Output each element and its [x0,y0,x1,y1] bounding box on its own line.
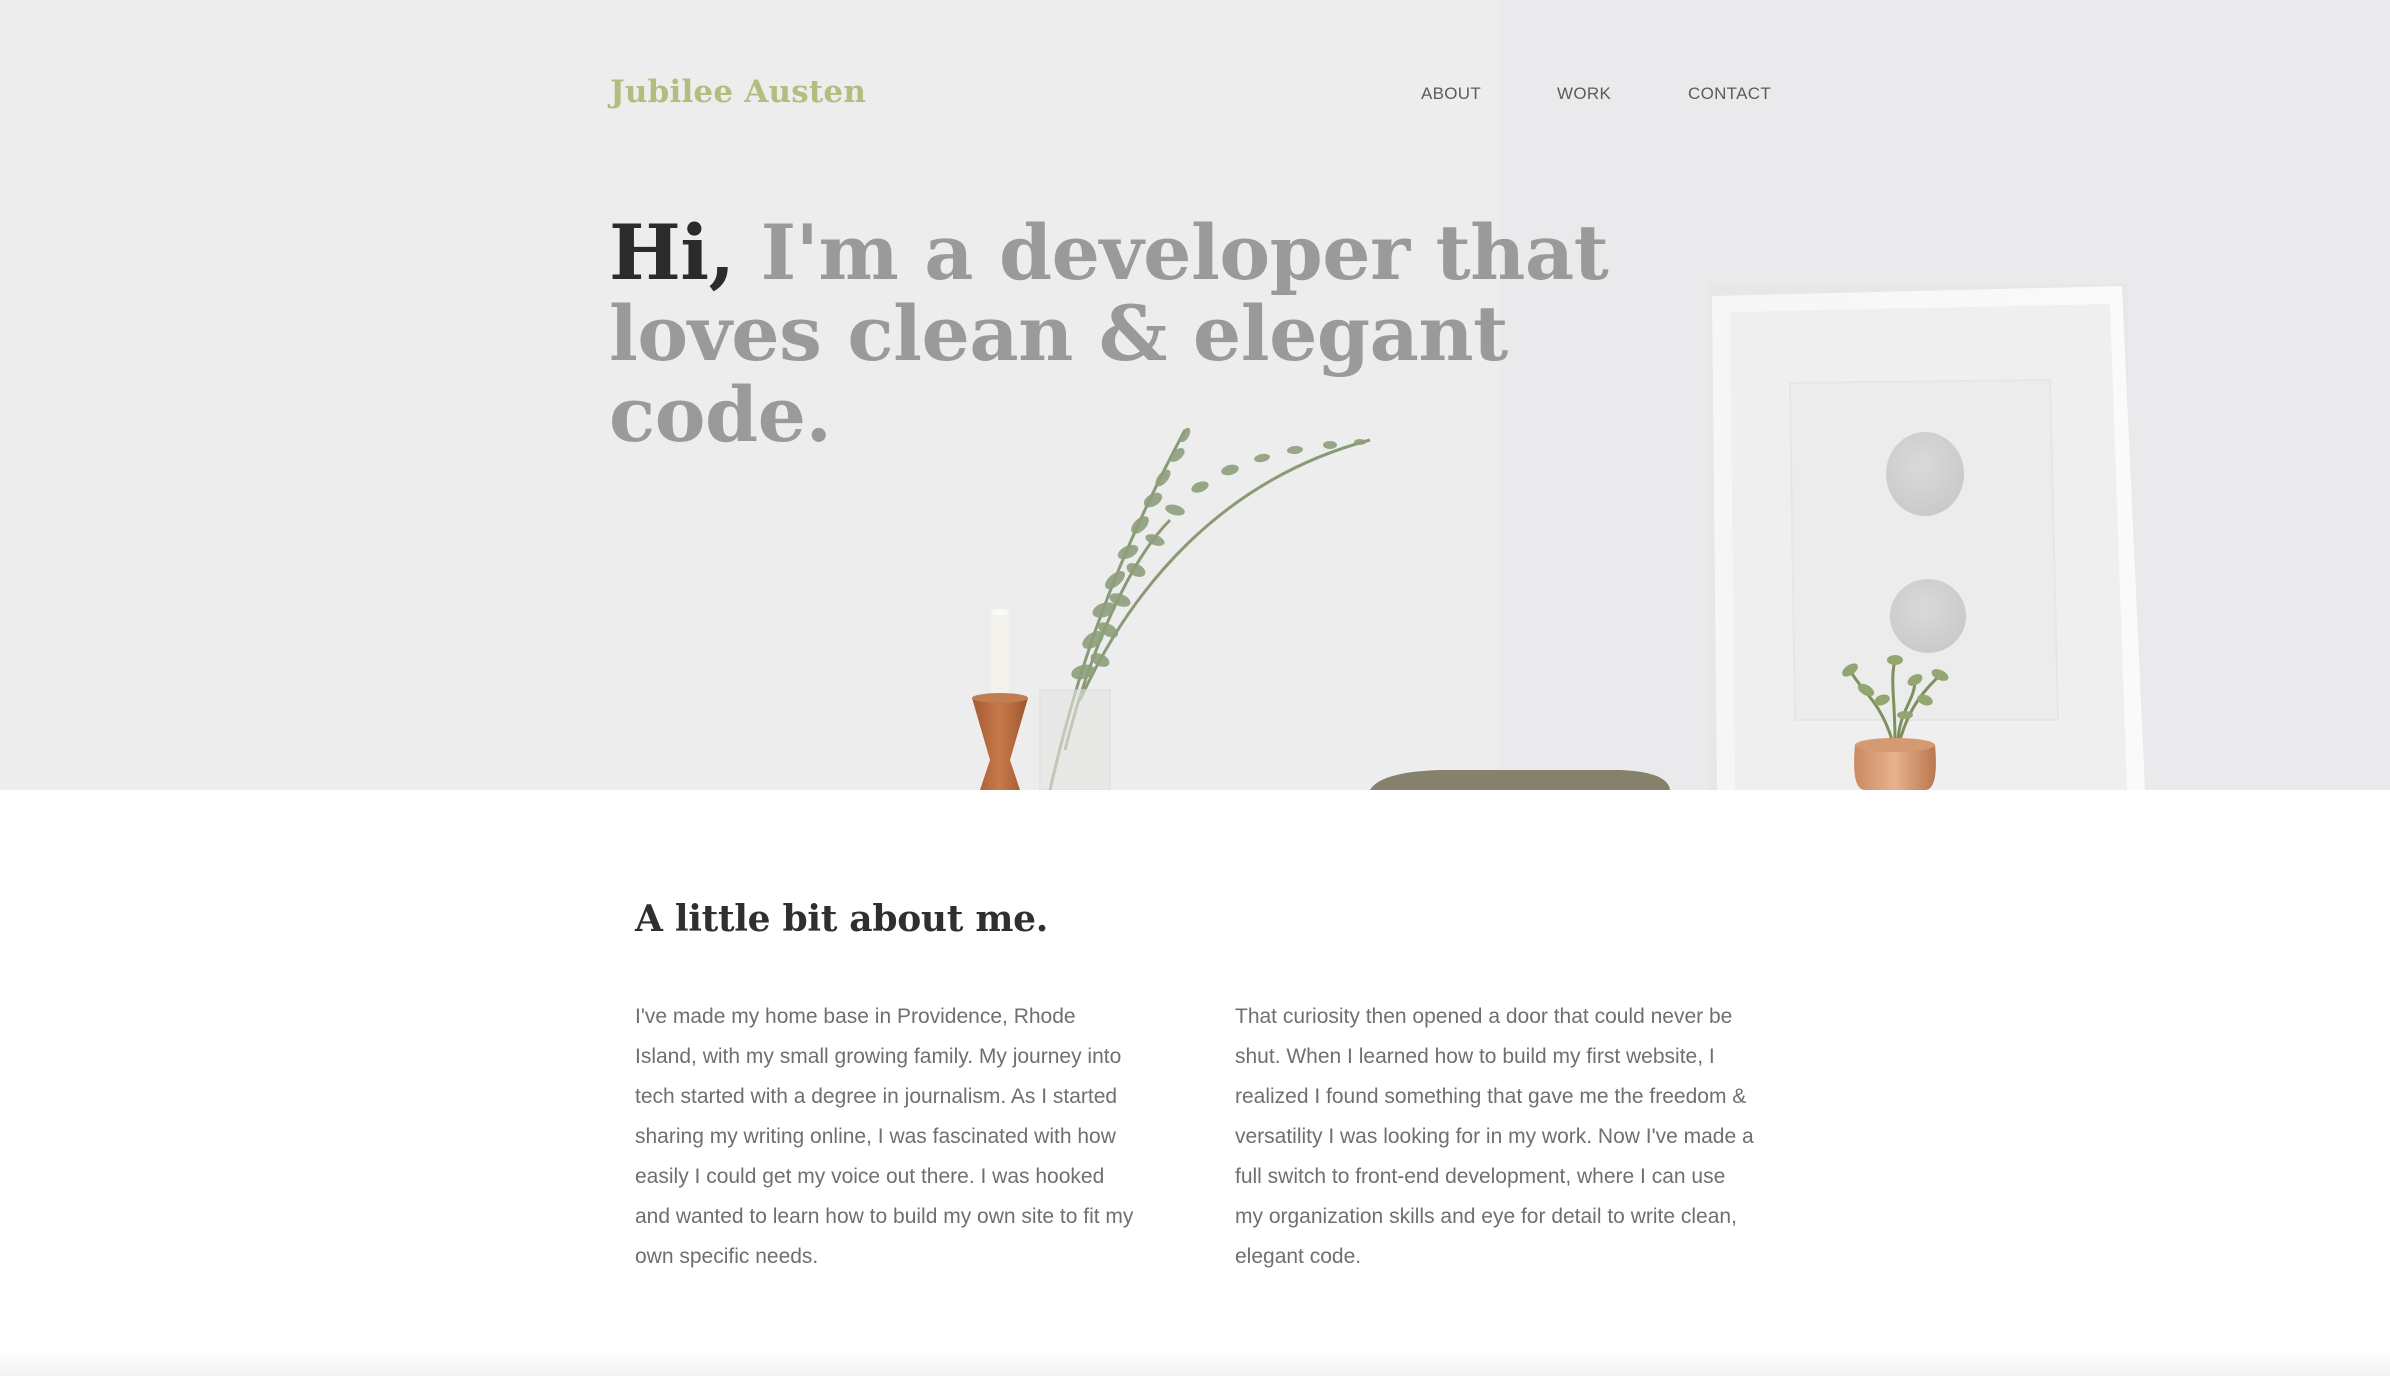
hero-headline-text: I'm a developer that loves clean & elega… [609,208,1609,459]
hero-headline: Hi, I'm a developer that loves clean & e… [609,212,1709,455]
nav-about-link[interactable]: ABOUT [1421,84,1481,104]
picture-frame [1708,284,2145,790]
nav-work-link[interactable]: WORK [1557,84,1611,104]
about-title: A little bit about me. [635,898,1048,940]
about-paragraph-left: I've made my home base in Providence, Rh… [635,1005,1134,1268]
page: Jubilee Austen ABOUT WORK CONTACT Hi, I'… [0,0,2390,1376]
hero-greeting: Hi, [609,208,735,297]
nav-contact-link[interactable]: CONTACT [1688,84,1771,104]
brand-logo[interactable]: Jubilee Austen [610,74,866,110]
chair-back [1370,770,1670,790]
hero-section: Jubilee Austen ABOUT WORK CONTACT Hi, I'… [0,0,2390,790]
about-paragraph-right: That curiosity then opened a door that c… [1235,1005,1754,1268]
section-divider [0,1350,2390,1376]
